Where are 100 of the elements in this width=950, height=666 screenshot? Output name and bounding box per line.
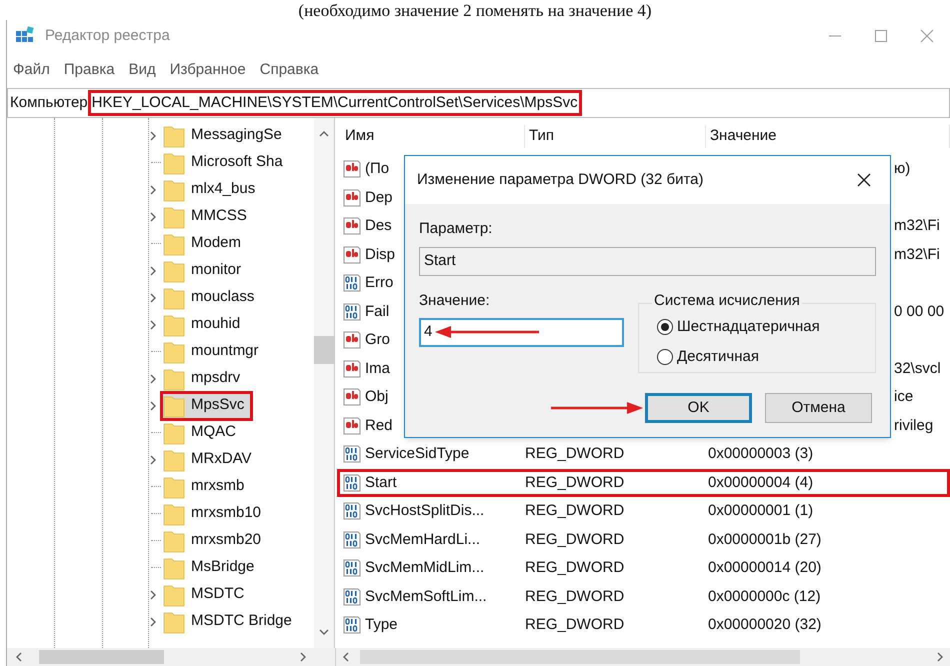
folder-icon [163, 178, 185, 202]
address-root: Компьютер [9, 92, 88, 113]
tree-item[interactable]: mountmgr [163, 340, 265, 364]
menu-item[interactable]: Избранное [170, 58, 246, 82]
value-type: REG_DWORD [525, 559, 624, 576]
tree-item[interactable]: MsBridge [163, 556, 260, 580]
menu-item[interactable]: Правка [64, 58, 115, 82]
value-data: 0x00000004 (4) [708, 474, 814, 490]
tree-item[interactable]: monitor [163, 258, 248, 282]
value-name: Disp [365, 244, 396, 264]
folder-icon [163, 474, 185, 498]
name-field[interactable]: Start [419, 246, 876, 276]
binary-value-icon [343, 445, 361, 464]
folder-icon [163, 366, 185, 390]
menu-item[interactable]: Файл [13, 58, 50, 82]
value-name: Fail [365, 302, 390, 322]
tree-item[interactable]: mrxsmb10 [163, 502, 268, 526]
value-data: 32\svcl [894, 360, 941, 376]
menu-item[interactable]: Справка [260, 58, 319, 82]
tree-item[interactable]: mrxsmb20 [163, 528, 268, 552]
binary-value-icon [343, 302, 361, 321]
folder-icon [163, 150, 185, 174]
string-value-icon [343, 416, 361, 435]
column-header[interactable]: Тип [525, 125, 706, 148]
binary-value-icon [343, 502, 361, 520]
string-value-icon [343, 160, 361, 178]
value-name: SvcMemHardLi... [365, 530, 480, 550]
value-name: SvcHostSplitDis... [365, 501, 484, 521]
binary-value-icon [343, 530, 361, 549]
menu-item[interactable]: Вид [128, 58, 156, 82]
value-data: 0x0000001b (27) [708, 530, 822, 548]
ok-button[interactable]: OK [645, 393, 752, 423]
folder-icon [163, 420, 185, 444]
string-value-icon [343, 388, 361, 406]
scrollbar-thumb[interactable] [39, 650, 164, 664]
tree-item[interactable]: MRxDAV [163, 448, 258, 472]
scrollbar-thumb[interactable] [314, 336, 334, 364]
radio-button[interactable] [657, 318, 673, 335]
column-header[interactable]: Значение [706, 125, 950, 148]
highlighted-row[interactable]: Start REG_DWORD 0x00000004 (4) [337, 468, 950, 497]
value-type: REG_DWORD [525, 530, 624, 548]
tree-item[interactable]: MQAC [163, 420, 242, 444]
folder-icon [163, 448, 185, 472]
folder-icon [163, 286, 185, 310]
value-data: 0x00000003 (3) [708, 445, 814, 462]
radio-label[interactable]: Шестнадцатеричная [677, 316, 820, 338]
folder-icon [163, 340, 185, 364]
caption-text: (необходимо значение 2 поменять на значение 4) [298, 2, 652, 20]
value-name: SvcMemSoftLim... [365, 586, 487, 606]
value-data: 0x00000001 (1) [708, 502, 814, 519]
tree-item[interactable]: mouclass [163, 286, 260, 310]
value-data: 0x00000014 (20) [708, 559, 822, 576]
binary-value-icon [343, 559, 361, 578]
tree-item[interactable]: MessagingSe [163, 124, 288, 148]
dialog-title: Изменение параметра DWORD (32 бита) [417, 170, 704, 190]
radio-label[interactable]: Десятичная [677, 346, 759, 368]
folder-icon [163, 394, 185, 418]
address-path[interactable]: HKEY_LOCAL_MACHINE\SYSTEM\CurrentControlSet\Services\MpsSvc [88, 90, 582, 116]
folder-icon [163, 556, 185, 580]
string-value-icon [343, 331, 361, 350]
tree-item[interactable]: Microsoft Sha [163, 150, 289, 174]
field-label: Параметр: [419, 219, 494, 239]
cancel-button[interactable]: Отмена [765, 393, 872, 423]
value-type: REG_DWORD [525, 588, 624, 604]
value-name: Des [365, 216, 392, 236]
window-title: Редактор реестра [45, 26, 170, 46]
folder-icon [163, 124, 185, 148]
tree-item[interactable]: MSDTC Bridge [163, 610, 298, 634]
value-data: m32\Fi [894, 217, 940, 234]
value-name: Dep [365, 188, 393, 208]
tree-item[interactable]: mouhid [163, 312, 246, 336]
tree-item[interactable]: mlx4_bus [163, 178, 262, 202]
value-data: rivileg [894, 416, 934, 434]
value-data: 0 00 00 [894, 302, 944, 320]
column-header[interactable]: Имя [341, 125, 525, 148]
binary-value-icon [343, 616, 361, 634]
value-data: 0x0000000c (12) [708, 588, 821, 604]
scrollbar[interactable] [314, 118, 334, 648]
radio-button[interactable] [657, 349, 673, 366]
tree-item[interactable]: MMCSS [163, 204, 253, 228]
value-type: REG_DWORD [525, 616, 624, 633]
tree-item[interactable]: MSDTC [163, 582, 250, 606]
value-name: Obj [365, 387, 388, 407]
tree-item[interactable]: mpsdrv [163, 366, 246, 390]
value-data: ice [894, 388, 914, 405]
binary-value-icon [343, 474, 361, 492]
tree-item[interactable]: Modem [163, 232, 248, 256]
string-value-icon [343, 188, 361, 207]
close-icon[interactable] [856, 172, 872, 188]
folder-icon [163, 502, 185, 526]
folder-icon [163, 582, 185, 606]
folder-icon [163, 610, 185, 634]
binary-value-icon [343, 274, 361, 292]
value-type: REG_DWORD [525, 502, 624, 519]
folder-icon [163, 528, 185, 552]
string-value-icon [343, 246, 361, 264]
tree-item[interactable]: MpsSvc [160, 390, 254, 420]
value-name: Type [365, 615, 398, 635]
tree-item[interactable]: mrxsmb [163, 474, 250, 498]
value-field[interactable]: 4 [419, 318, 624, 347]
